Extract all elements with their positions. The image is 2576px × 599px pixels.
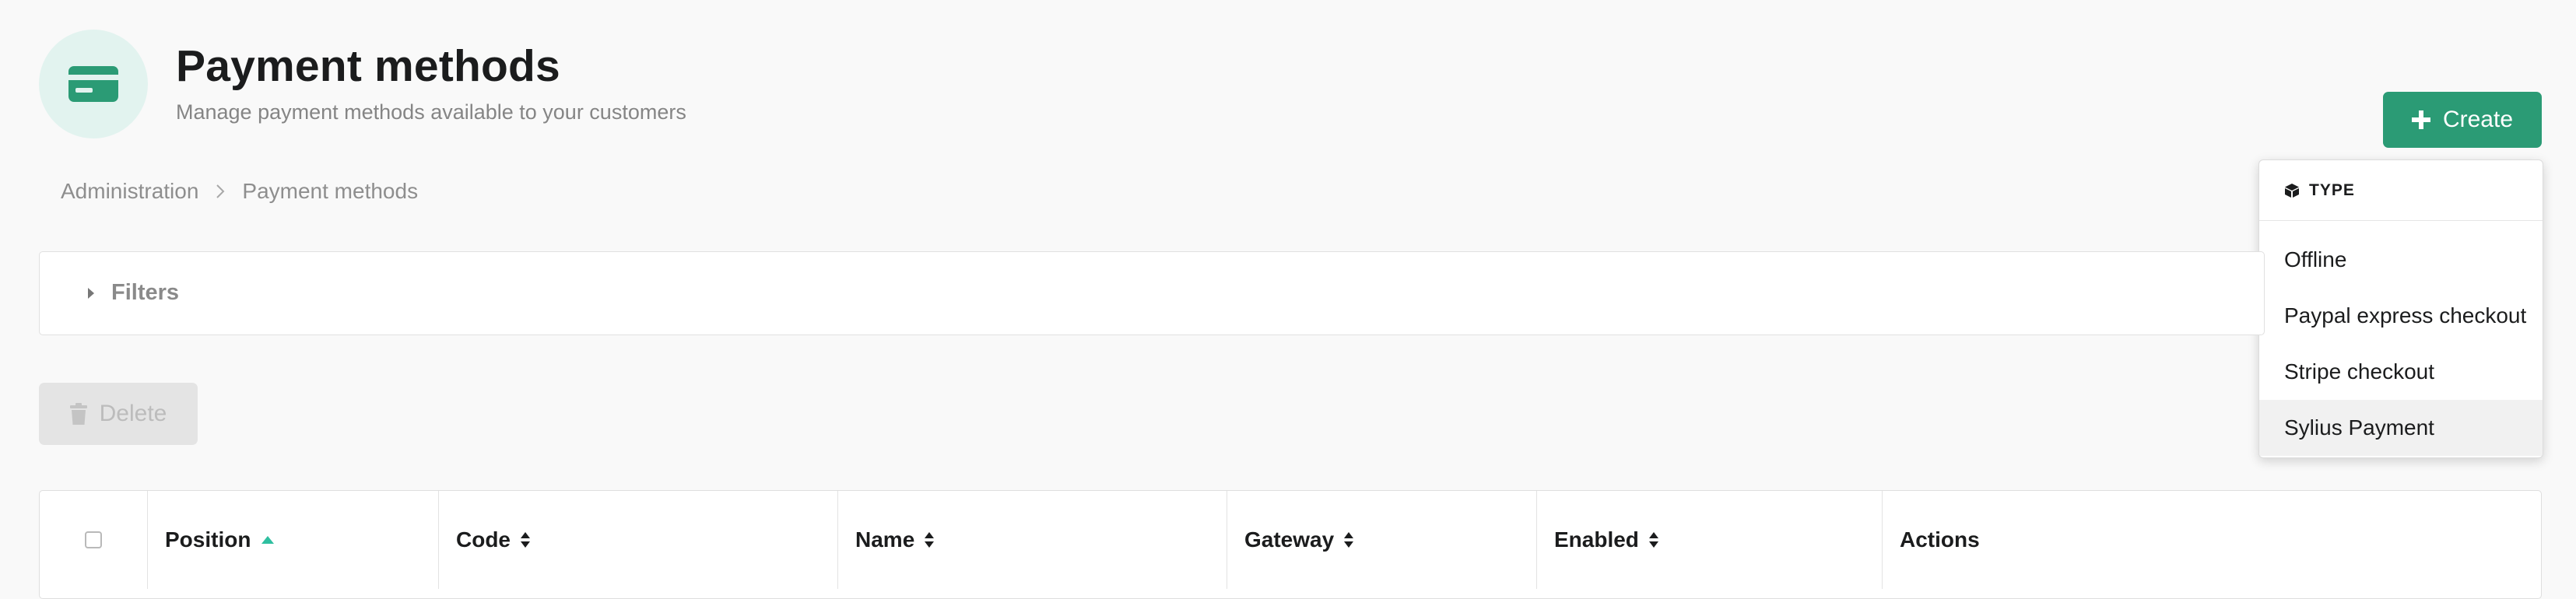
breadcrumb-item-administration[interactable]: Administration: [61, 179, 198, 204]
dropdown-header-label: TYPE: [2309, 180, 2355, 199]
dropdown-item-offline[interactable]: Offline: [2259, 232, 2543, 288]
table-header-select: [40, 491, 147, 589]
filters-toggle[interactable]: Filters: [86, 280, 179, 306]
create-type-dropdown: TYPE Offline Paypal express checkout Str…: [2258, 159, 2543, 458]
sort-icon: [925, 532, 935, 548]
create-button-label: Create: [2442, 107, 2514, 132]
create-button[interactable]: Create: [2383, 92, 2542, 148]
column-label-code: Code: [456, 527, 511, 552]
trash-icon: [69, 403, 87, 425]
header-icon-circle: [39, 30, 148, 138]
delete-button-label: Delete: [99, 401, 167, 426]
sort-icon: [521, 532, 530, 548]
cube-icon: [2285, 183, 2299, 198]
column-label-actions: Actions: [1900, 527, 1980, 552]
plus-icon: [2411, 110, 2430, 129]
column-label-name: Name: [855, 527, 915, 552]
table-header-position[interactable]: Position: [147, 491, 438, 589]
dropdown-item-paypal-express-checkout[interactable]: Paypal express checkout: [2259, 288, 2543, 344]
delete-button[interactable]: Delete: [39, 383, 198, 445]
sort-icon: [1648, 532, 1658, 548]
sort-ascending-icon: [261, 536, 275, 544]
filters-label: Filters: [111, 280, 180, 305]
column-label-position: Position: [165, 527, 251, 552]
table-header-code[interactable]: Code: [438, 491, 837, 589]
table-header-actions: Actions: [1882, 491, 2541, 589]
credit-card-icon: [68, 66, 118, 102]
select-all-checkbox[interactable]: [85, 531, 102, 548]
dropdown-header: TYPE: [2259, 160, 2543, 221]
dropdown-item-sylius-payment[interactable]: Sylius Payment: [2259, 400, 2543, 456]
breadcrumb-item-payment-methods: Payment methods: [242, 179, 419, 203]
table-header-enabled[interactable]: Enabled: [1536, 491, 1882, 589]
payment-methods-table: Position Code Name Gateway Enabled Actio…: [39, 490, 2542, 599]
sort-icon: [1344, 532, 1354, 548]
table-header-gateway[interactable]: Gateway: [1227, 491, 1536, 589]
column-label-gateway: Gateway: [1244, 527, 1335, 552]
page-subtitle: Manage payment methods available to your…: [176, 100, 686, 124]
caret-right-icon: [88, 287, 94, 299]
filters-panel: Filters: [39, 251, 2265, 335]
chevron-right-icon: [216, 184, 225, 198]
breadcrumb: Administration Payment methods: [61, 179, 418, 204]
dropdown-item-stripe-checkout[interactable]: Stripe checkout: [2259, 344, 2543, 400]
table-header-name[interactable]: Name: [837, 491, 1227, 589]
page-title: Payment methods: [176, 41, 560, 91]
column-label-enabled: Enabled: [1554, 527, 1639, 552]
